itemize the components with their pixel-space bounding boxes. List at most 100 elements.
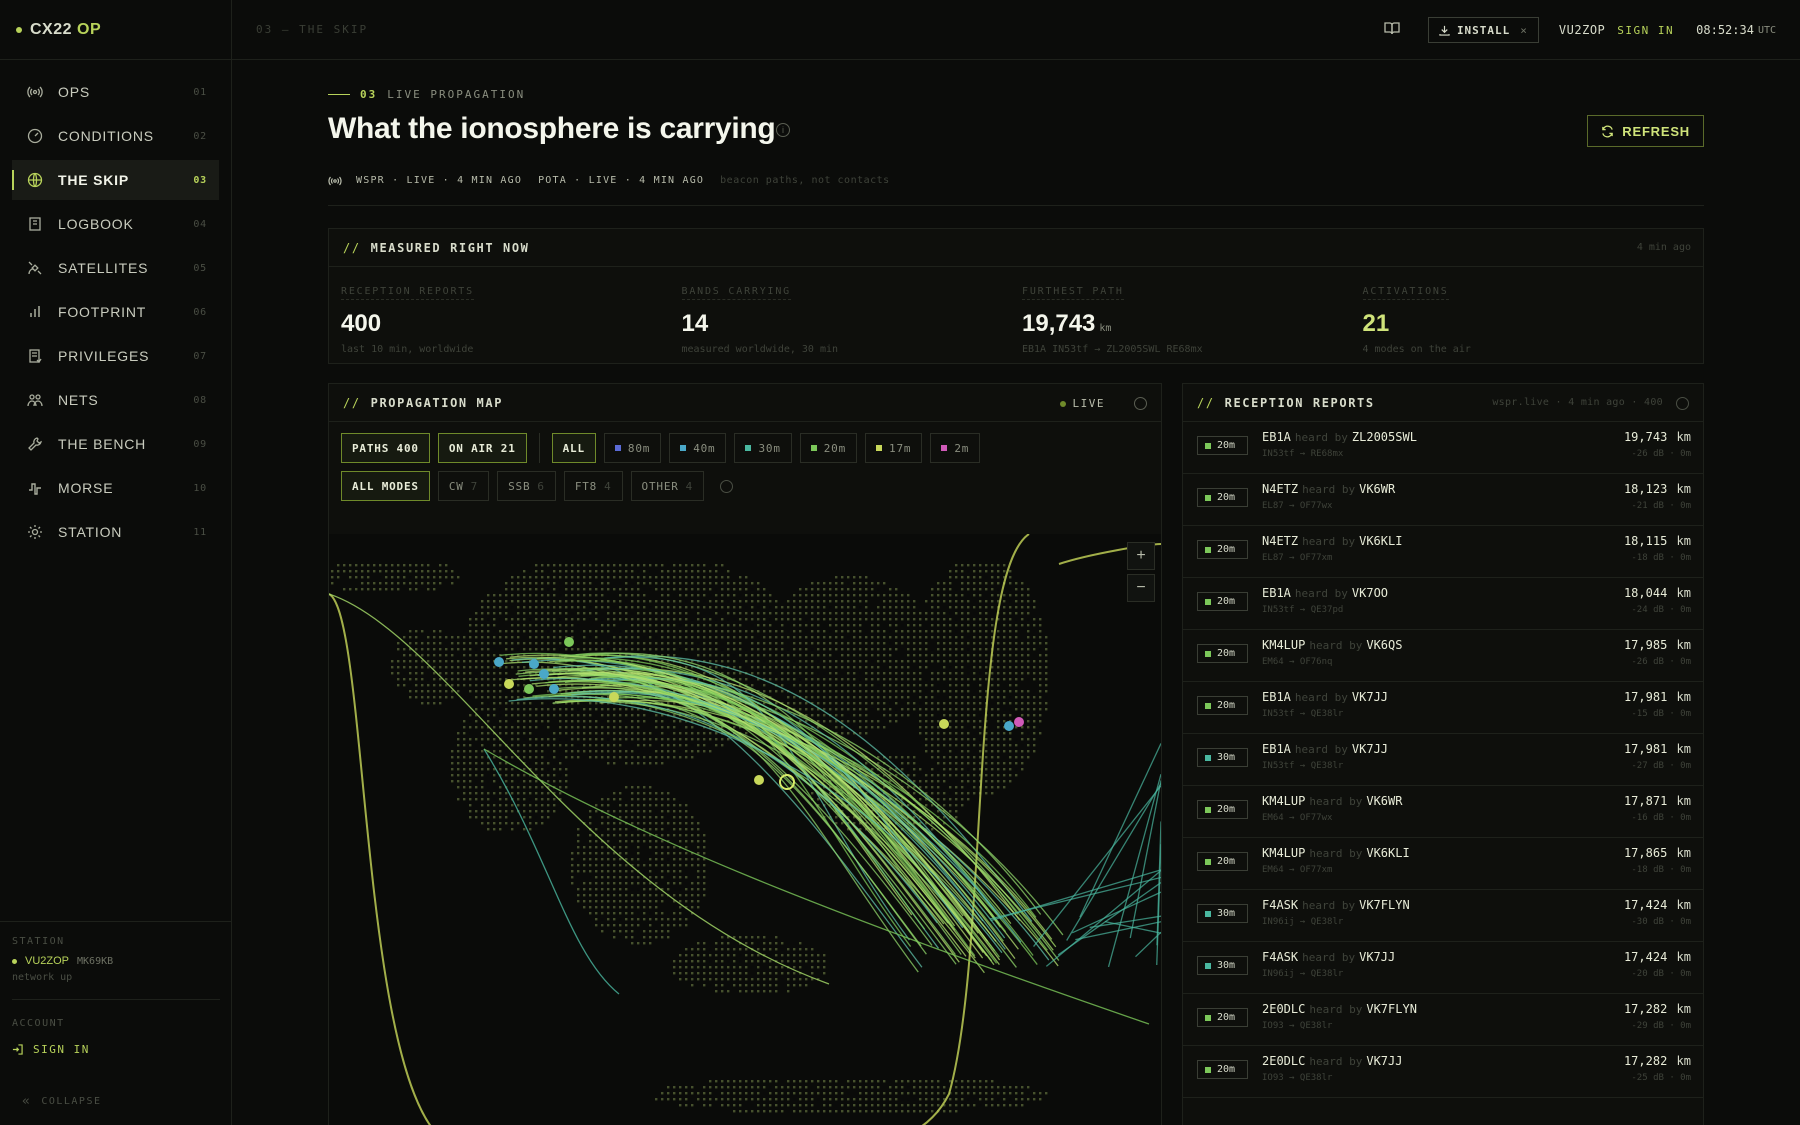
station-marker[interactable] xyxy=(539,669,549,679)
sidebar-item-conditions[interactable]: CONDITIONS 02 xyxy=(12,116,219,156)
mode-chip-label: OTHER xyxy=(641,479,679,493)
station-marker[interactable] xyxy=(549,684,559,694)
mode-chip-ssb[interactable]: SSB 6 xyxy=(497,471,556,501)
report-snr: -15 dB · 0m xyxy=(1631,709,1691,719)
sidebar-item-station[interactable]: STATION 11 xyxy=(12,512,219,552)
mode-chip-label: ALL MODES xyxy=(352,479,419,493)
sidebar-nav: OPS 01 CONDITIONS 02 THE SKIP 03 LOGBOOK 04 SATE… xyxy=(0,60,231,552)
report-row[interactable]: 30m EB1A heard by VK7JJ IN53tf → QE38lr 17,98… xyxy=(1183,734,1703,786)
report-row[interactable]: 20m KM4LUP heard by VK6WR EM64 → OF77wx 17,87… xyxy=(1183,786,1703,838)
install-button[interactable]: INSTALL × xyxy=(1427,17,1539,43)
reports-list: 20m EB1A heard by ZL2005SWL IN53tf → RE68mx 1… xyxy=(1183,422,1703,1125)
heard-by-label: heard by xyxy=(1309,1003,1363,1016)
report-row[interactable]: 30m F4ASK heard by VK7JJ IN96ij → QE38lr 17,4… xyxy=(1183,942,1703,994)
report-row[interactable]: 20m KM4LUP heard by VK6QS EM64 → OF76nq 17,98… xyxy=(1183,630,1703,682)
license-icon xyxy=(26,347,44,365)
sidebar-signin-link[interactable]: SIGN IN xyxy=(12,1043,220,1056)
refresh-label: REFRESH xyxy=(1622,123,1690,139)
stat-value: 19,743 km xyxy=(1022,310,1363,338)
distance-unit: km xyxy=(1669,430,1691,444)
band-swatch xyxy=(1205,1066,1211,1073)
band-chip-40m[interactable]: 40m xyxy=(669,433,727,463)
book-icon[interactable] xyxy=(1384,21,1400,40)
band-chip-2m[interactable]: 2m xyxy=(930,433,981,463)
tx-callsign: F4ASK xyxy=(1262,950,1299,964)
sidebar-item-ops[interactable]: OPS 01 xyxy=(12,72,219,112)
station-marker[interactable] xyxy=(754,775,764,785)
info-icon[interactable] xyxy=(1134,397,1147,410)
sidebar-item-the-skip[interactable]: THE SKIP 03 xyxy=(12,160,219,200)
sidebar-item-privileges[interactable]: PRIVILEGES 07 xyxy=(12,336,219,376)
band-chip-80m[interactable]: 80m xyxy=(603,433,662,463)
report-row[interactable]: 20m N4ETZ heard by VK6KLI EL87 → OF77xm 18,11… xyxy=(1183,526,1703,578)
world-map[interactable]: + − xyxy=(329,534,1161,1125)
band-label: 20m xyxy=(1217,804,1236,815)
close-icon[interactable]: × xyxy=(1520,24,1528,37)
band-chip-20m[interactable]: 20m xyxy=(799,433,858,463)
report-path: N4ETZ heard by VK6WR xyxy=(1262,482,1395,496)
report-snr: -16 dB · 0m xyxy=(1631,813,1691,823)
band-chip-all[interactable]: ALL xyxy=(551,433,596,463)
mode-chip-cw[interactable]: CW 7 xyxy=(437,471,490,501)
stat-value: 21 xyxy=(1363,310,1704,338)
report-snr: -24 dB · 0m xyxy=(1631,605,1691,615)
rx-callsign: VK6KLI xyxy=(1366,846,1410,860)
station-marker[interactable] xyxy=(564,637,574,647)
station-marker[interactable] xyxy=(524,684,534,694)
report-grids: IN53tf → QE38lr xyxy=(1262,709,1344,719)
report-row[interactable]: 20m 2E0DLC heard by VK7JJ IO93 → QE38lr 17,28… xyxy=(1183,1046,1703,1098)
station-marker[interactable] xyxy=(504,679,514,689)
top-signin-link[interactable]: SIGN IN xyxy=(1617,24,1674,37)
station-marker[interactable] xyxy=(494,657,504,667)
report-row[interactable]: 20m EB1A heard by VK7JJ IN53tf → QE38lr 17,98… xyxy=(1183,682,1703,734)
sidebar-item-the-bench[interactable]: THE BENCH 09 xyxy=(12,424,219,464)
report-snr: -30 dB · 0m xyxy=(1631,917,1691,927)
report-distance: 17,981 km xyxy=(1624,690,1691,704)
zoom-out-button[interactable]: − xyxy=(1127,574,1155,602)
sidebar-item-footprint[interactable]: FOOTPRINT 06 xyxy=(12,292,219,332)
band-swatch xyxy=(1205,754,1211,761)
sidebar-item-morse[interactable]: MORSE 10 xyxy=(12,468,219,508)
refresh-button[interactable]: REFRESH xyxy=(1587,115,1704,147)
station-marker[interactable] xyxy=(1004,721,1014,731)
station-label: STATION xyxy=(12,936,65,947)
report-row[interactable]: 20m KM4LUP heard by VK6KLI EM64 → OF77xm 17,8… xyxy=(1183,838,1703,890)
filter-chip-on[interactable]: ON AIR 21 xyxy=(437,433,527,463)
distance-unit: km xyxy=(1669,534,1691,548)
mode-chip-label: FT8 xyxy=(574,479,598,493)
station-marker[interactable] xyxy=(1014,717,1024,727)
station-marker[interactable] xyxy=(939,719,949,729)
band-chip-30m[interactable]: 30m xyxy=(734,433,792,463)
brand-logo[interactable]: CX22 OP xyxy=(0,0,231,60)
mode-chip-ft8[interactable]: FT8 4 xyxy=(563,471,623,501)
band-chip-label: 80m xyxy=(627,441,651,455)
report-row[interactable]: 30m F4ASK heard by VK7FLYN IN96ij → QE38lr 17… xyxy=(1183,890,1703,942)
report-row[interactable]: 20m N4ETZ heard by VK6WR EL87 → OF77wx 18,123… xyxy=(1183,474,1703,526)
tx-callsign: EB1A xyxy=(1262,586,1291,600)
propagation-map-panel: // PROPAGATION MAP LIVE PATHS 400 ON AIR … xyxy=(328,383,1162,1125)
eyebrow-number: 03 xyxy=(360,88,378,101)
sidebar-item-logbook[interactable]: LOGBOOK 04 xyxy=(12,204,219,244)
mode-chip-other[interactable]: OTHER 4 xyxy=(630,471,705,501)
station-grid: MK69KB xyxy=(77,955,114,967)
page-eyebrow: 03 LIVE PROPAGATION xyxy=(328,88,525,101)
info-icon[interactable]: i xyxy=(776,123,790,137)
rx-callsign: VK7JJ xyxy=(1351,742,1389,756)
heard-by-label: heard by xyxy=(1309,795,1363,808)
collapse-sidebar-button[interactable]: « COLLAPSE xyxy=(22,1094,102,1109)
info-icon[interactable] xyxy=(1676,397,1689,410)
report-row[interactable]: 20m EB1A heard by VK7OO IN53tf → QE37pd 18,04… xyxy=(1183,578,1703,630)
report-row[interactable]: 20m 2E0DLC heard by VK7FLYN IO93 → QE38lr 17,… xyxy=(1183,994,1703,1046)
sidebar-item-nets[interactable]: NETS 08 xyxy=(12,380,219,420)
mode-chip-all-modes[interactable]: ALL MODES xyxy=(341,471,430,501)
info-icon[interactable] xyxy=(720,479,734,493)
report-row[interactable]: 20m EB1A heard by ZL2005SWL IN53tf → RE68mx 1… xyxy=(1183,422,1703,474)
zoom-in-button[interactable]: + xyxy=(1127,542,1155,570)
sidebar-item-satellites[interactable]: SATELLITES 05 xyxy=(12,248,219,288)
report-path: 2E0DLC heard by VK7FLYN xyxy=(1262,1002,1417,1016)
station-marker[interactable] xyxy=(609,692,619,702)
filter-chip-paths[interactable]: PATHS 400 xyxy=(341,433,430,463)
band-chip-17m[interactable]: 17m xyxy=(865,433,923,463)
station-marker[interactable] xyxy=(529,659,539,669)
report-path: F4ASK heard by VK7FLYN xyxy=(1262,898,1410,912)
